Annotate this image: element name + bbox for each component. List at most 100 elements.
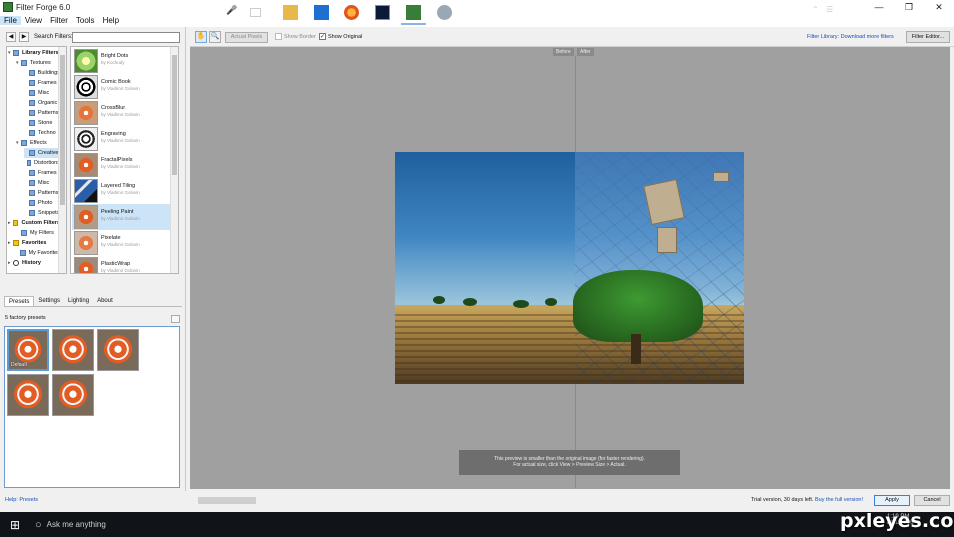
forward-arrow-icon[interactable]: ▶ — [19, 32, 29, 42]
tree-item-label: Creative — [38, 150, 59, 156]
cancel-button[interactable]: Cancel — [914, 495, 950, 506]
folder-icon — [29, 80, 35, 86]
tree-item[interactable]: Patterns — [24, 188, 60, 198]
category-icon — [13, 50, 19, 56]
maximize-button[interactable]: ❐ — [894, 0, 924, 14]
preset-thumb[interactable] — [52, 374, 94, 416]
microphone-icon[interactable]: 🎤 — [226, 5, 241, 20]
tree-item[interactable]: Frames — [24, 168, 60, 178]
tree-item[interactable]: ▸ Favorites — [8, 238, 60, 248]
presets-options-icon[interactable] — [171, 315, 180, 323]
category-icon — [12, 220, 19, 226]
preset-thumb[interactable] — [7, 374, 49, 416]
show-original-label: Show Original — [328, 33, 363, 40]
tree-item[interactable]: Stone — [24, 118, 60, 128]
filter-forge-taskbar-icon[interactable] — [401, 5, 426, 25]
windows-start-icon[interactable]: ⊞ — [0, 512, 30, 537]
menu-filter[interactable]: Filter — [46, 16, 72, 25]
show-border-checkbox[interactable]: Show Border — [275, 33, 316, 40]
tree-item[interactable]: ▸ History — [8, 258, 60, 268]
big-tree — [573, 270, 703, 342]
tree-scrollbar[interactable] — [58, 47, 66, 273]
menu-view[interactable]: View — [21, 16, 46, 25]
hand-tool-icon[interactable]: ✋ — [195, 31, 207, 43]
tree-item[interactable]: ▾ Textures — [16, 58, 60, 68]
filter-name: CrossBlur — [101, 105, 126, 111]
filter-list-item[interactable]: PlasticWrap by Vladimir Golovin — [72, 256, 170, 273]
filter-list: Bright Dots by Kochudy Comic Book by Vladim… — [70, 46, 179, 274]
tree-item[interactable]: ▸ Custom Filters — [8, 218, 60, 228]
tree-item[interactable]: ▾ Effects — [16, 138, 60, 148]
filter-list-item[interactable]: Bright Dots by Kochudy — [72, 48, 170, 74]
filter-list-item[interactable]: Pixelate by Vladimir Golovin — [72, 230, 170, 256]
folder-icon — [29, 170, 35, 176]
actual-pixels-button[interactable]: Actual Pixels — [225, 32, 268, 43]
folder-icon — [20, 250, 26, 256]
folder-icon — [29, 130, 35, 136]
filter-library-link[interactable]: Filter Library: Download more filters — [807, 34, 894, 40]
tree-item[interactable]: Patterns — [24, 108, 60, 118]
tree-item[interactable]: My Favorites — [16, 248, 60, 258]
tree-item[interactable]: ▾ Library Filters — [8, 48, 60, 58]
tree-item[interactable]: Distortions — [24, 158, 60, 168]
show-original-box[interactable]: ✓ — [319, 33, 326, 40]
tree-item-label: Misc — [38, 180, 50, 186]
tree-scrollbar-thumb[interactable] — [60, 55, 65, 205]
distant-tree — [433, 296, 445, 304]
tree-item-label: Photo — [38, 200, 53, 206]
close-button[interactable]: ✕ — [924, 0, 954, 14]
filter-editor-button[interactable]: Filter Editor... — [906, 31, 950, 43]
filter-list-item[interactable]: Comic Book by Vladimir Golovin — [72, 74, 170, 100]
category-icon — [13, 260, 19, 266]
task-view-icon[interactable] — [250, 8, 261, 17]
tree-item[interactable]: Frames — [24, 78, 60, 88]
tree-item[interactable]: Buildings — [24, 68, 60, 78]
firefox-icon[interactable] — [344, 5, 359, 20]
tree-item[interactable]: Creative — [24, 148, 60, 158]
minimize-button[interactable]: — — [864, 0, 894, 14]
buy-full-version-link[interactable]: Buy the full version! — [815, 497, 863, 503]
tree-item-label: Misc — [38, 90, 50, 96]
filter-list-item[interactable]: FractalPixels by Vladimir Golovin — [72, 152, 170, 178]
tray-up-arrow-icon[interactable]: ⌃ — [812, 5, 827, 20]
photoshop-icon[interactable] — [375, 5, 390, 20]
file-explorer-icon[interactable] — [283, 5, 298, 20]
preview-horizontal-scrollbar[interactable] — [198, 497, 256, 504]
filter-list-item[interactable]: Layered Tiling by Vladimir Golovin — [72, 178, 170, 204]
tree-item[interactable]: Organic — [24, 98, 60, 108]
tree-item-label: Stone — [38, 120, 53, 126]
tree-item[interactable]: Techno — [24, 128, 60, 138]
tree-item[interactable]: My Filters — [16, 228, 60, 238]
filter-list-item[interactable]: CrossBlur by Vladimir Golovin — [72, 100, 170, 126]
filter-thumbnail — [74, 49, 98, 73]
help-presets-link[interactable]: Help: Presets — [5, 497, 38, 503]
tree-item[interactable]: Misc — [24, 88, 60, 98]
show-original-checkbox[interactable]: ✓ Show Original — [319, 33, 362, 40]
tree-item-label: My Favorites — [28, 250, 60, 256]
tree-item[interactable]: Snippets — [24, 208, 60, 218]
taskbar-search[interactable]: ○ Ask me anything — [30, 512, 240, 537]
paint-app-icon[interactable] — [437, 5, 452, 20]
tree-item[interactable]: Misc — [24, 178, 60, 188]
filter-list-scrollbar[interactable] — [170, 47, 178, 273]
zoom-tool-icon[interactable]: 🔍 — [209, 31, 221, 43]
menu-file[interactable]: File — [0, 16, 21, 25]
filter-list-scrollbar-thumb[interactable] — [172, 55, 177, 175]
menu-tools[interactable]: Tools — [72, 16, 99, 25]
apply-button[interactable]: Apply — [874, 495, 910, 506]
preset-thumb[interactable]: Default — [7, 329, 49, 371]
distant-tree — [545, 298, 557, 306]
back-arrow-icon[interactable]: ◀ — [6, 32, 16, 42]
filter-name: PlasticWrap — [101, 261, 131, 267]
show-border-box[interactable] — [275, 33, 282, 40]
search-input[interactable] — [72, 32, 180, 43]
preset-thumb[interactable] — [97, 329, 139, 371]
wifi-icon[interactable]: ☰ — [826, 5, 841, 20]
filter-author: by Vladimir Golovin — [101, 190, 140, 195]
tree-item[interactable]: Photo — [24, 198, 60, 208]
menu-help[interactable]: Help — [99, 16, 123, 25]
filter-list-item[interactable]: Peeling Paint by Vladimir Golovin — [72, 204, 170, 230]
filter-list-item[interactable]: Engraving by Vladimir Golovin — [72, 126, 170, 152]
preset-thumb[interactable] — [52, 329, 94, 371]
store-icon[interactable] — [314, 5, 329, 20]
